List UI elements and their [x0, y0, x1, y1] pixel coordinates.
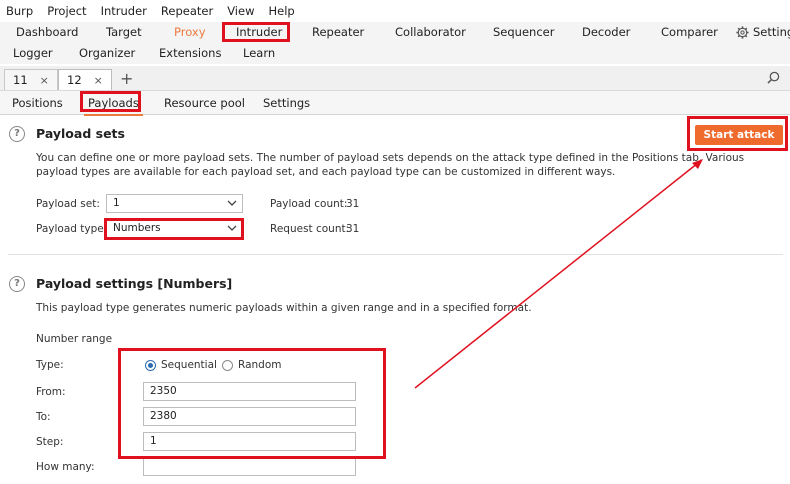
section-divider [8, 254, 783, 255]
tab-settings[interactable]: Settings [736, 22, 790, 43]
tab-settings-label: Settings [753, 25, 790, 39]
help-icon[interactable]: ? [9, 276, 25, 292]
tab-dashboard[interactable]: Dashboard [16, 22, 78, 43]
type-label: Type: [36, 359, 64, 371]
payload-set-label: Payload set: [36, 198, 100, 210]
tab-positions[interactable]: Positions [12, 91, 63, 115]
tab-payloads[interactable]: Payloads [84, 91, 143, 116]
tool-tabs-row-1: Dashboard Target Proxy Intruder Repeater… [0, 22, 790, 43]
payload-count-label: Payload count: [270, 198, 348, 210]
from-input[interactable]: 2350 [143, 382, 356, 401]
payload-settings-description: This payload type generates numeric payl… [36, 302, 532, 314]
step-input[interactable]: 1 [143, 432, 356, 451]
menu-repeater[interactable]: Repeater [155, 4, 221, 18]
how-many-label: How many: [36, 461, 95, 473]
random-radio[interactable] [222, 360, 233, 371]
payload-sets-description: You can define one or more payload sets.… [36, 152, 745, 178]
tab-intruder[interactable]: Intruder [236, 22, 282, 43]
payload-set-select[interactable]: 1 [106, 194, 243, 213]
tab-organizer[interactable]: Organizer [79, 43, 135, 64]
tab-proxy[interactable]: Proxy [174, 22, 206, 43]
menu-help[interactable]: Help [262, 4, 302, 18]
to-input[interactable]: 2380 [143, 407, 356, 426]
chevron-down-icon [227, 225, 237, 231]
tab-decoder[interactable]: Decoder [582, 22, 630, 43]
chevron-down-icon [227, 200, 237, 206]
request-count-label: Request count: [270, 223, 350, 235]
start-attack-button[interactable]: Start attack [695, 125, 783, 145]
menu-bar: Burp Project Intruder Repeater View Help [0, 0, 790, 22]
search-icon[interactable] [767, 71, 780, 84]
menu-intruder[interactable]: Intruder [95, 4, 155, 18]
tool-tabs-row-2: Logger Organizer Extensions Learn [0, 43, 790, 64]
request-tab-label: 12 [67, 73, 82, 87]
tab-comparer[interactable]: Comparer [661, 22, 718, 43]
payload-sets-title: Payload sets [36, 126, 125, 141]
close-icon[interactable]: × [40, 74, 49, 87]
add-tab-icon[interactable]: + [120, 69, 133, 88]
close-icon[interactable]: × [94, 74, 103, 87]
payload-settings-title: Payload settings [Numbers] [36, 276, 233, 291]
request-tab-label: 11 [13, 73, 28, 87]
request-tab-12[interactable]: 12 × [58, 69, 112, 90]
tab-learn[interactable]: Learn [243, 43, 275, 64]
menu-project[interactable]: Project [41, 4, 94, 18]
payload-type-select[interactable]: Numbers [106, 219, 243, 238]
tab-extensions[interactable]: Extensions [159, 43, 221, 64]
random-label[interactable]: Random [238, 359, 281, 371]
from-label: From: [36, 386, 66, 398]
menu-view[interactable]: View [221, 4, 262, 18]
sequential-label[interactable]: Sequential [161, 359, 217, 371]
payload-set-value: 1 [113, 197, 120, 209]
sequential-radio[interactable] [145, 360, 156, 371]
menu-burp[interactable]: Burp [0, 4, 41, 18]
to-label: To: [36, 411, 51, 423]
gear-icon [736, 26, 749, 39]
tab-settings-sub[interactable]: Settings [263, 91, 310, 115]
intruder-request-tabs: 11 × 12 × + [0, 66, 790, 91]
request-count-value: 31 [346, 223, 360, 235]
intruder-subtabs: Positions Payloads Resource pool Setting… [0, 91, 790, 116]
request-tab-11[interactable]: 11 × [4, 69, 58, 90]
tab-collaborator[interactable]: Collaborator [395, 22, 466, 43]
tab-sequencer[interactable]: Sequencer [493, 22, 554, 43]
tab-repeater[interactable]: Repeater [312, 22, 364, 43]
number-range-heading: Number range [36, 333, 113, 345]
step-label: Step: [36, 436, 64, 448]
how-many-input[interactable] [143, 457, 356, 476]
tab-logger[interactable]: Logger [13, 43, 53, 64]
payload-type-label: Payload type: [36, 223, 108, 235]
help-icon[interactable]: ? [9, 126, 25, 142]
tab-target[interactable]: Target [106, 22, 142, 43]
tab-resource-pool[interactable]: Resource pool [164, 91, 245, 115]
payload-type-value: Numbers [113, 222, 161, 234]
payload-count-value: 31 [346, 198, 360, 210]
